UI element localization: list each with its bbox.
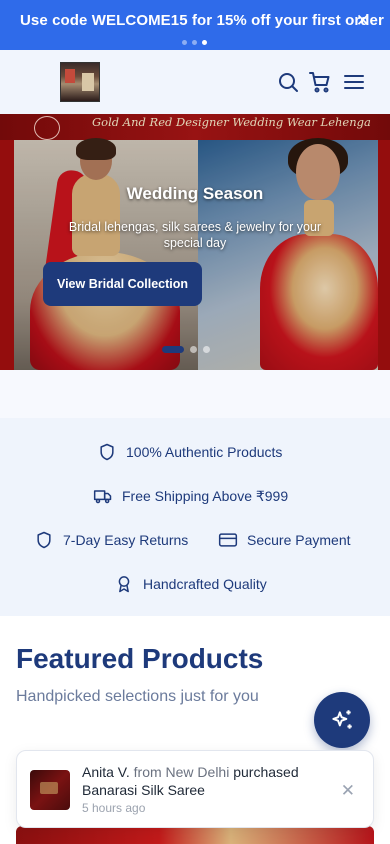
featured-subtitle: Handpicked selections just for you bbox=[16, 688, 259, 705]
award-icon bbox=[118, 576, 130, 593]
purchase-notification[interactable]: Anita V. from New Delhi purchased Banara… bbox=[16, 750, 374, 828]
buyer-name: Anita V. bbox=[82, 764, 130, 780]
truck-icon bbox=[93, 490, 112, 504]
shield-icon bbox=[100, 443, 114, 461]
site-header bbox=[0, 50, 390, 114]
cart-icon[interactable] bbox=[308, 70, 332, 94]
sparkles-button[interactable] bbox=[314, 692, 370, 748]
badge-authentic: 100% Authentic Products bbox=[97, 442, 282, 462]
close-icon[interactable]: ✕ bbox=[356, 11, 370, 31]
view-bridal-collection-button[interactable]: View Bridal Collection bbox=[43, 262, 202, 306]
hero-title: Wedding Season bbox=[126, 184, 264, 203]
hero-dot-active[interactable] bbox=[162, 346, 184, 353]
badge-label: 100% Authentic Products bbox=[126, 444, 283, 460]
store-logo[interactable] bbox=[60, 62, 100, 102]
product-thumbnail bbox=[30, 770, 70, 810]
hero-dot[interactable] bbox=[190, 346, 197, 353]
buyer-location: from New Delhi bbox=[133, 764, 230, 780]
purchase-time: 5 hours ago bbox=[82, 801, 146, 815]
close-icon[interactable]: ✕ bbox=[341, 781, 355, 801]
hero-dots bbox=[162, 346, 210, 353]
promo-text: Use code WELCOME15 for 15% off your firs… bbox=[20, 12, 384, 29]
badge-label: Handcrafted Quality bbox=[143, 576, 267, 592]
badge-label: 7-Day Easy Returns bbox=[63, 532, 189, 548]
purchase-action: purchased bbox=[233, 764, 299, 780]
shield-icon bbox=[37, 531, 51, 549]
menu-icon[interactable] bbox=[342, 70, 366, 94]
search-icon[interactable] bbox=[276, 70, 300, 94]
hero-subtitle: Bridal lehengas, silk sarees & jewelry f… bbox=[68, 220, 322, 250]
promo-dot[interactable] bbox=[192, 40, 197, 45]
promo-bar: Use code WELCOME15 for 15% off your firs… bbox=[0, 0, 390, 50]
badge-secure-payment: Secure Payment bbox=[218, 530, 351, 550]
section-spacer bbox=[0, 370, 390, 418]
badge-handcrafted: Handcrafted Quality bbox=[114, 574, 267, 594]
hero-dot[interactable] bbox=[203, 346, 210, 353]
product-card-image[interactable] bbox=[16, 826, 374, 844]
badge-label: Free Shipping Above ₹999 bbox=[122, 487, 289, 504]
promo-dot[interactable] bbox=[182, 40, 187, 45]
badge-free-shipping: Free Shipping Above ₹999 bbox=[93, 486, 288, 506]
sparkles-icon bbox=[332, 710, 352, 729]
hero-carousel[interactable]: Gold And Red Designer Wedding Wear Lehen… bbox=[0, 114, 390, 370]
product-name: Banarasi Silk Saree bbox=[82, 782, 205, 798]
toast-line1: Anita V. from New Delhi purchased bbox=[82, 764, 299, 780]
badge-label: Secure Payment bbox=[247, 532, 351, 548]
featured-title: Featured Products bbox=[16, 643, 264, 674]
promo-dots bbox=[182, 40, 207, 45]
badge-easy-returns: 7-Day Easy Returns bbox=[34, 530, 188, 550]
promo-dot-active[interactable] bbox=[202, 40, 207, 45]
credit-card-icon bbox=[218, 533, 238, 547]
